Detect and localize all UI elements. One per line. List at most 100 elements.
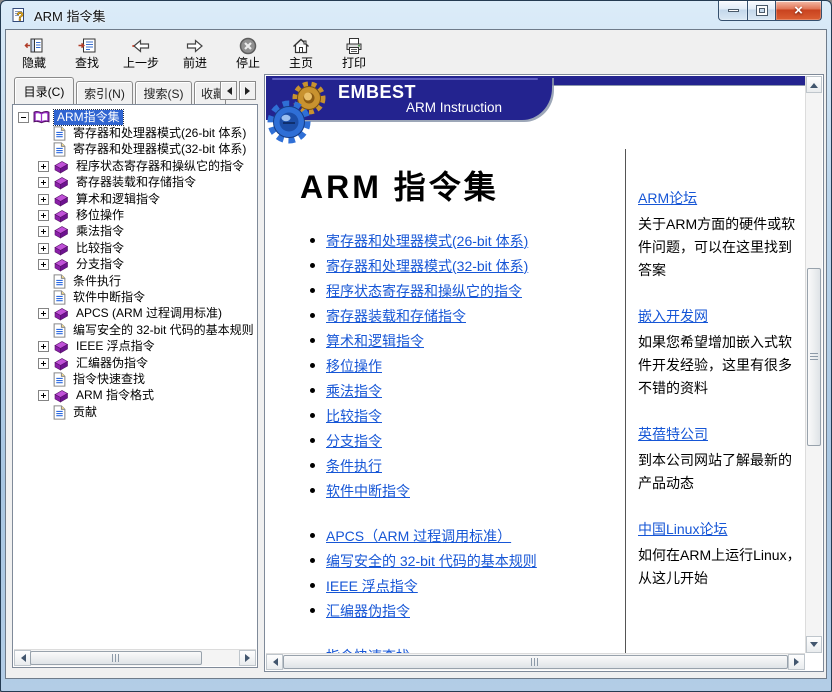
tree-item-label[interactable]: 汇编器伪指令 [73,356,151,371]
topic-link[interactable]: 寄存器和处理器模式(26-bit 体系) [326,231,528,251]
tree-item-label[interactable]: ARM 指令格式 [73,388,157,403]
tree-item-label[interactable]: ARM指令集 [54,110,123,125]
sidebar-link[interactable]: 英蓓特公司 [638,426,708,442]
expand-plus-icon[interactable] [38,243,49,254]
topic-link[interactable]: 算术和逻辑指令 [326,331,424,351]
tree-item-label[interactable]: 编写安全的 32-bit 代码的基本规则 [70,323,257,338]
forward-button[interactable]: 前进 [173,34,217,72]
expand-plus-icon[interactable] [38,390,49,401]
tree-item-label[interactable]: 程序状态寄存器和操纵它的指令 [73,159,247,174]
tab-contents[interactable]: 目录(C) [14,77,74,104]
tab-scroll-left-button[interactable] [220,81,237,100]
content-scroll-down-button[interactable] [806,636,822,653]
expand-plus-icon[interactable] [38,358,49,369]
tree-item[interactable]: ARM 指令格式 [16,388,257,404]
tree-item-label[interactable]: APCS (ARM 过程调用标准) [73,306,225,321]
locate-button[interactable]: 查找 [65,34,109,72]
close-button[interactable]: × [776,1,822,21]
maximize-button[interactable] [748,1,776,21]
tree-item[interactable]: 寄存器装载和存储指令 [16,175,257,191]
topic-link[interactable]: 编写安全的 32-bit 代码的基本规则 [326,551,537,571]
tree-item-label[interactable]: 移位操作 [73,208,127,223]
tree-item[interactable]: 编写安全的 32-bit 代码的基本规则 [16,322,257,338]
tree-item[interactable]: 分支指令 [16,257,257,273]
hide-button[interactable]: 隐藏 [12,34,56,72]
topic-link[interactable]: 移位操作 [326,356,382,376]
tree-item[interactable]: 寄存器和处理器模式(26-bit 体系) [16,125,257,141]
topic-link[interactable]: 分支指令 [326,431,382,451]
stop-button[interactable]: 停止 [226,34,270,72]
tree-scroll-left-button[interactable] [14,650,31,666]
topic-link[interactable]: 汇编器伪指令 [326,601,410,621]
tree-item-label[interactable]: 乘法指令 [73,224,127,239]
topic-link[interactable]: 比较指令 [326,406,382,426]
expand-plus-icon[interactable] [38,194,49,205]
sidebar-link[interactable]: 嵌入开发网 [638,308,708,324]
content-scroll-left-button[interactable] [266,654,283,670]
tree-item-label[interactable]: 贡献 [70,405,100,420]
topic-link[interactable]: IEEE 浮点指令 [326,576,418,596]
tree-item[interactable]: 软件中断指令 [16,289,257,305]
tree-item[interactable]: 程序状态寄存器和操纵它的指令 [16,158,257,174]
content-scroll-right-button[interactable] [788,654,805,670]
titlebar[interactable]: ? ARM 指令集 × [1,1,831,29]
tree-item-label[interactable]: 分支指令 [73,257,127,272]
tree-item[interactable]: 汇编器伪指令 [16,355,257,371]
tree-item[interactable]: 指令快速查找 [16,371,257,387]
tree-item-label[interactable]: 比较指令 [73,241,127,256]
tree-item-label[interactable]: 指令快速查找 [70,372,148,387]
tab-scroll-right-button[interactable] [239,81,256,100]
tab-index[interactable]: 索引(N) [76,81,133,104]
expand-plus-icon[interactable] [38,308,49,319]
tree-item-label[interactable]: 条件执行 [70,274,124,289]
topic-link[interactable]: 软件中断指令 [326,481,410,501]
tree-item[interactable]: APCS (ARM 过程调用标准) [16,306,257,322]
tree-item[interactable]: 条件执行 [16,273,257,289]
tree-scroll-right-button[interactable] [239,650,256,666]
back-button[interactable]: 上一步 [118,34,164,72]
home-button[interactable]: 主页 [279,34,323,72]
tree-item[interactable]: 移位操作 [16,207,257,223]
content-vertical-scroll-thumb[interactable] [807,268,821,446]
tree-horizontal-scrollbar[interactable] [14,649,256,666]
tree-item[interactable]: IEEE 浮点指令 [16,338,257,354]
tree-item[interactable]: 算术和逻辑指令 [16,191,257,207]
topic-link[interactable]: APCS（ARM 过程调用标准） [326,526,511,546]
topic-link[interactable]: 程序状态寄存器和操纵它的指令 [326,281,522,301]
tab-search[interactable]: 搜索(S) [135,81,192,104]
expand-plus-icon[interactable] [38,226,49,237]
expand-plus-icon[interactable] [38,177,49,188]
minimize-button[interactable] [718,1,748,21]
tree-item-label[interactable]: IEEE 浮点指令 [73,339,158,354]
topic-link[interactable]: 寄存器装载和存储指令 [326,306,466,326]
tree-item[interactable]: 寄存器和处理器模式(32-bit 体系) [16,142,257,158]
tree-item[interactable]: 贡献 [16,404,257,420]
content-horizontal-scroll-thumb[interactable] [283,655,788,669]
sidebar-link[interactable]: ARM论坛 [638,190,697,206]
minimize-icon [728,9,739,12]
expand-plus-icon[interactable] [38,259,49,270]
content-horizontal-scrollbar[interactable] [266,653,805,670]
bullet-icon [310,288,315,293]
print-button[interactable]: 打印 [332,34,376,72]
tree-item-label[interactable]: 寄存器和处理器模式(26-bit 体系) [70,126,249,141]
tree-item-label[interactable]: 寄存器和处理器模式(32-bit 体系) [70,142,249,157]
topic-link[interactable]: 寄存器和处理器模式(32-bit 体系) [326,256,528,276]
topic-link[interactable]: 乘法指令 [326,381,382,401]
topic-link[interactable]: 条件执行 [326,456,382,476]
tree-item[interactable]: 比较指令 [16,240,257,256]
sidebar-link[interactable]: 中国Linux论坛 [638,521,727,537]
tree-item-label[interactable]: 算术和逻辑指令 [73,192,163,207]
home-icon [291,35,311,56]
tree-item[interactable]: 乘法指令 [16,224,257,240]
content-scroll-up-button[interactable] [806,76,822,93]
expand-plus-icon[interactable] [38,161,49,172]
tree-item-label[interactable]: 软件中断指令 [70,290,148,305]
tree-item[interactable]: ARM指令集 [16,109,257,125]
collapse-minus-icon[interactable] [18,112,29,123]
content-vertical-scrollbar[interactable] [805,76,822,653]
tree-scroll-thumb[interactable] [30,651,202,665]
expand-plus-icon[interactable] [38,341,49,352]
expand-plus-icon[interactable] [38,210,49,221]
tree-item-label[interactable]: 寄存器装载和存储指令 [73,175,199,190]
